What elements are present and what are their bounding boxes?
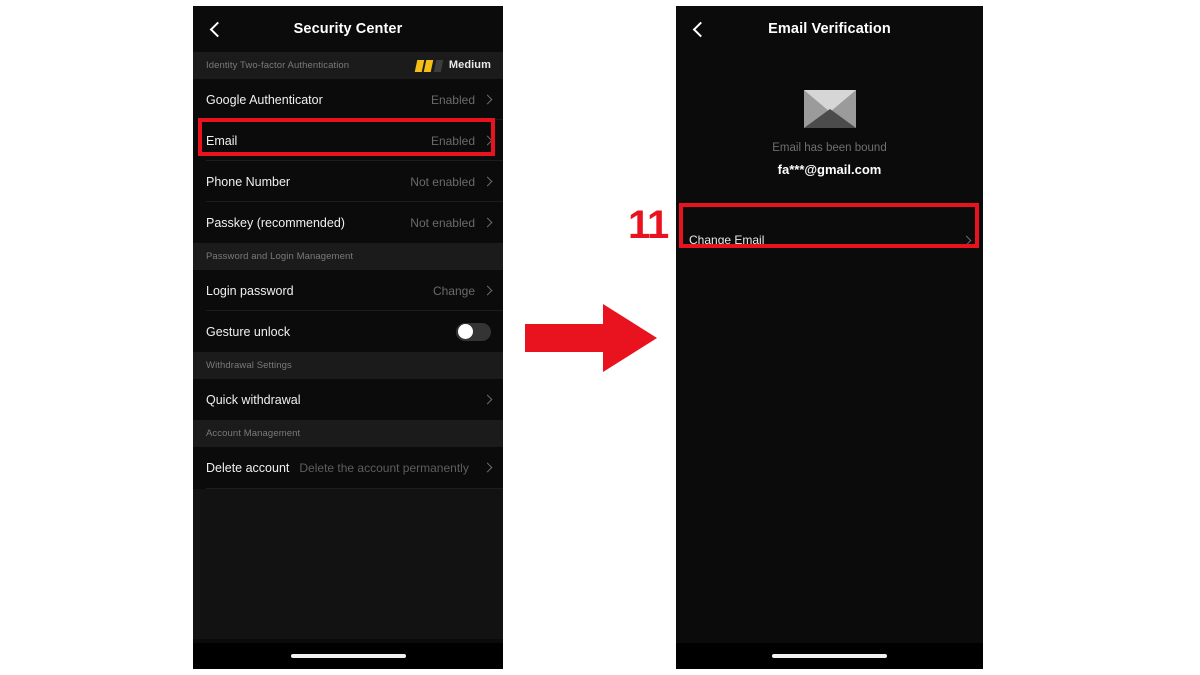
home-indicator-area <box>193 643 503 669</box>
row-label: Login password <box>206 283 294 298</box>
chevron-right-icon <box>482 135 493 146</box>
chevron-right-icon <box>482 217 493 228</box>
list-empty-area <box>193 489 503 639</box>
nav-bar-security-center: Security Center <box>193 6 503 52</box>
row-label: Passkey (recommended) <box>206 215 345 230</box>
toggle-knob <box>457 324 473 339</box>
row-google-authenticator[interactable]: Google Authenticator Enabled <box>193 79 503 120</box>
section-header-account: Account Management <box>193 420 503 447</box>
row-label: Gesture unlock <box>206 324 291 339</box>
phone-screen-security-center: Security Center Identity Two-factor Auth… <box>193 6 503 669</box>
back-button[interactable] <box>203 6 229 52</box>
nav-bar-email-verification: Email Verification <box>676 6 983 52</box>
security-strength-indicator: Medium <box>414 59 491 72</box>
strength-bar-1 <box>414 59 425 72</box>
page-title: Security Center <box>293 21 403 37</box>
flow-arrow-icon <box>525 304 657 372</box>
row-sublabel: Delete the account permanently <box>299 460 469 475</box>
gesture-unlock-toggle[interactable] <box>456 322 491 341</box>
row-value: Change <box>432 283 475 298</box>
chevron-right-icon <box>482 462 493 473</box>
back-button[interactable] <box>686 6 712 52</box>
section-header-label: Identity Two-factor Authentication <box>206 60 350 71</box>
row-email[interactable]: Email Enabled <box>193 120 503 161</box>
envelope-icon <box>803 90 856 128</box>
row-passkey[interactable]: Passkey (recommended) Not enabled <box>193 202 503 243</box>
row-label: Change Email <box>689 233 765 247</box>
row-login-password[interactable]: Login password Change <box>193 270 503 311</box>
strength-bar-3 <box>433 59 444 72</box>
row-delete-account[interactable]: Delete account Delete the account perman… <box>193 447 503 488</box>
page-title: Email Verification <box>768 21 891 37</box>
row-phone-number[interactable]: Phone Number Not enabled <box>193 161 503 202</box>
home-indicator-area <box>676 643 983 669</box>
chevron-right-icon <box>961 235 972 245</box>
chevron-right-icon <box>482 94 493 105</box>
row-value: Not enabled <box>410 215 475 230</box>
row-value: Enabled <box>430 92 475 107</box>
strength-bar-2 <box>424 59 434 72</box>
chevron-right-icon <box>482 285 493 296</box>
row-gesture-unlock[interactable]: Gesture unlock <box>193 311 503 352</box>
row-label: Quick withdrawal <box>206 392 301 407</box>
step-number-label: 11 <box>628 203 669 247</box>
phone-screen-email-verification: Email Verification Email has been bound … <box>676 6 983 669</box>
row-label: Phone Number <box>206 174 291 189</box>
row-value: Not enabled <box>410 174 475 189</box>
home-indicator[interactable] <box>772 654 887 658</box>
strength-label: Medium <box>448 59 491 71</box>
row-quick-withdrawal[interactable]: Quick withdrawal <box>193 379 503 420</box>
section-header-withdrawal: Withdrawal Settings <box>193 352 503 379</box>
row-label: Delete account <box>206 460 290 475</box>
chevron-right-icon <box>482 176 493 187</box>
row-label: Email <box>206 133 238 148</box>
row-label: Google Authenticator <box>206 92 323 107</box>
row-value: Enabled <box>430 133 475 148</box>
section-header-two-factor: Identity Two-factor Authentication Mediu… <box>193 52 503 79</box>
chevron-left-icon <box>209 21 226 37</box>
home-indicator[interactable] <box>290 654 406 658</box>
section-header-password-login: Password and Login Management <box>193 243 503 270</box>
chevron-right-icon <box>482 394 493 405</box>
email-bound-status: Email has been bound <box>772 142 887 154</box>
row-change-email[interactable]: Change Email <box>676 220 983 260</box>
strength-bars <box>414 59 444 72</box>
bound-email-address: fa***@gmail.com <box>777 162 882 177</box>
chevron-left-icon <box>692 21 709 37</box>
email-verification-body: Email has been bound fa***@gmail.com <box>676 52 983 177</box>
